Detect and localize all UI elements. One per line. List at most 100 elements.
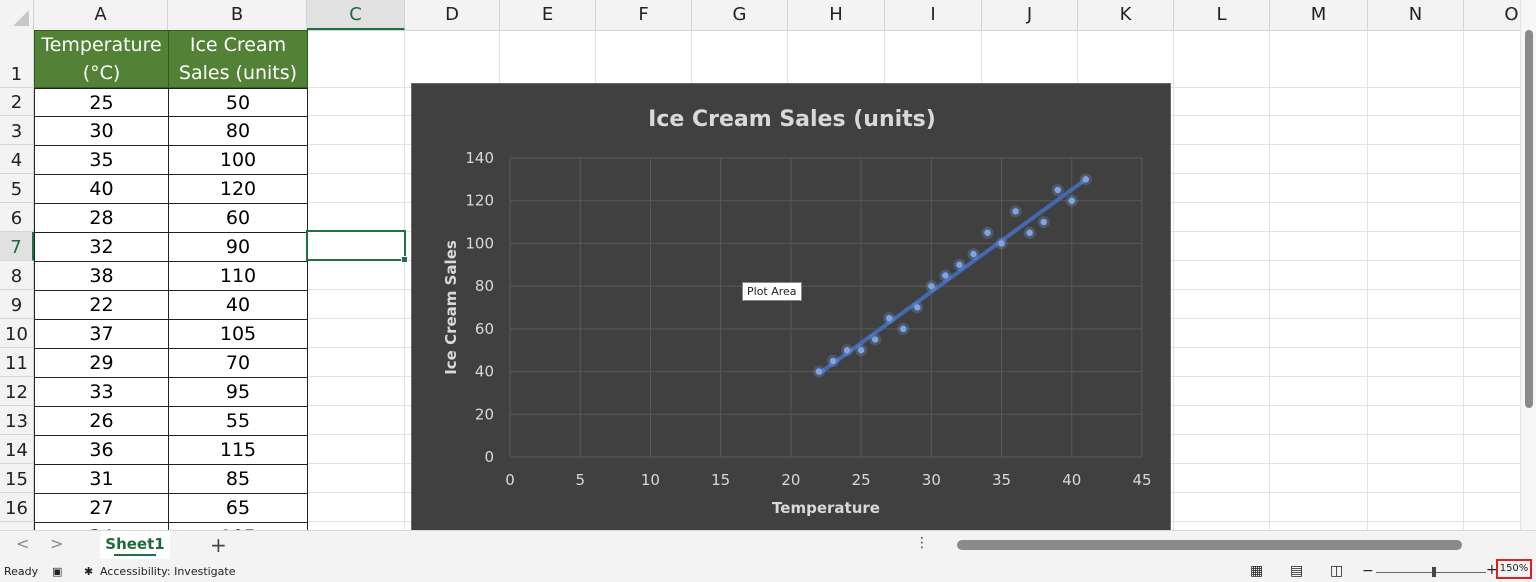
macro-record-icon[interactable]: ▣ [52,565,62,578]
zoom-out-button[interactable]: − [1362,563,1374,579]
zoom-slider-knob[interactable] [1432,567,1436,577]
cell-temperature[interactable]: 32 [34,232,169,262]
next-sheet-button[interactable]: > [50,534,63,553]
row-header-15[interactable]: 15 [0,464,34,493]
horizontal-scrollbar-thumb[interactable] [957,540,1462,550]
cell-sales[interactable]: 115 [168,435,308,465]
data-point [843,347,851,354]
cell-sales[interactable]: 65 [168,493,308,523]
row-header-2[interactable]: 2 [0,88,34,116]
gridline-vertical [1269,30,1270,530]
add-sheet-button[interactable]: + [210,533,227,557]
data-point [1082,176,1090,183]
data-point [1012,208,1019,215]
cell-sales[interactable]: 110 [168,261,308,291]
vertical-scrollbar[interactable] [1520,0,1536,530]
cell-sales[interactable]: 100 [168,145,308,175]
cell-temperature[interactable]: 35 [34,145,169,175]
cell-temperature[interactable]: 34 [34,522,169,530]
column-header-j[interactable]: J [982,0,1078,30]
cell-sales[interactable]: 90 [168,232,308,262]
accessibility-icon[interactable]: ✱ [84,565,93,578]
row-header-5[interactable]: 5 [0,174,34,203]
data-point [942,272,949,279]
cell-temperature[interactable]: 28 [34,203,169,233]
data-point [970,250,977,258]
column-header-o[interactable]: O [1464,0,1520,30]
cell-sales[interactable]: 40 [168,290,308,320]
row-header-10[interactable]: 10 [0,319,34,348]
zoom-slider[interactable] [1376,567,1486,577]
prev-sheet-button[interactable]: < [16,534,29,553]
cell-sales[interactable]: 85 [168,464,308,494]
normal-view-icon[interactable]: ▦ [1250,563,1263,579]
cell-sales[interactable]: 50 [168,88,308,117]
row-header-1[interactable]: 1 [0,30,34,88]
cell-temperature[interactable]: 29 [34,348,169,378]
column-header-m[interactable]: M [1270,0,1368,30]
page-layout-view-icon[interactable]: ▤ [1290,563,1303,579]
row-header-17[interactable]: 17 [0,522,34,530]
cell-sales[interactable]: 105 [168,522,308,530]
scatter-chart[interactable]: 0 20 40 60 80 100 120 140 0 5 10 15 20 25 30 35 40 45 Ice … [411,83,1171,530]
column-header-l[interactable]: L [1174,0,1270,30]
more-options-icon[interactable]: ⋮ [915,535,929,551]
column-header-d[interactable]: D [405,0,500,30]
data-point [998,240,1005,247]
gridline-vertical [1173,30,1174,530]
vertical-scrollbar-thumb[interactable] [1525,30,1533,408]
fill-handle[interactable] [401,256,408,263]
row-header-6[interactable]: 6 [0,203,34,232]
row-header-8[interactable]: 8 [0,261,34,290]
row-header-3[interactable]: 3 [0,116,34,145]
cell-temperature[interactable]: 26 [34,406,169,436]
selected-cell-c7[interactable] [306,230,406,261]
row-header-12[interactable]: 12 [0,377,34,406]
cell-sales[interactable]: 70 [168,348,308,378]
cell-sales[interactable]: 60 [168,203,308,233]
cell-temperature[interactable]: 30 [34,116,169,146]
header-ice-cream-sales[interactable]: Ice Cream Sales (units) [168,30,308,88]
row-header-4[interactable]: 4 [0,145,34,174]
cell-temperature[interactable]: 25 [34,88,169,117]
column-header-f[interactable]: F [596,0,692,30]
column-header-k[interactable]: K [1078,0,1174,30]
row-header-14[interactable]: 14 [0,435,34,464]
header-temperature[interactable]: Temperature (°C) [34,30,169,88]
zoom-level[interactable]: 150% [1496,559,1532,579]
column-header-b[interactable]: B [168,0,307,30]
row-header-7[interactable]: 7 [0,232,34,261]
cell-temperature[interactable]: 40 [34,174,169,204]
accessibility-status[interactable]: Accessibility: Investigate [100,565,236,578]
spreadsheet-grid[interactable]: ABCDEFGHIJKLMNO 123456789101112131415161… [0,0,1520,530]
data-point [857,347,865,354]
row-header-13[interactable]: 13 [0,406,34,435]
cell-sales[interactable]: 80 [168,116,308,146]
column-header-h[interactable]: H [788,0,885,30]
cell-temperature[interactable]: 38 [34,261,169,291]
cell-temperature[interactable]: 31 [34,464,169,494]
column-header-a[interactable]: A [34,0,168,30]
cell-sales[interactable]: 55 [168,406,308,436]
column-header-e[interactable]: E [500,0,596,30]
row-header-16[interactable]: 16 [0,493,34,522]
cell-temperature[interactable]: 22 [34,290,169,320]
select-all-button[interactable] [0,0,34,30]
row-header-11[interactable]: 11 [0,348,34,377]
cell-temperature[interactable]: 27 [34,493,169,523]
cell-sales[interactable]: 120 [168,174,308,204]
column-header-i[interactable]: I [885,0,982,30]
cell-sales[interactable]: 95 [168,377,308,407]
column-header-g[interactable]: G [692,0,788,30]
sheet-tab-sheet1[interactable]: Sheet1 [100,531,170,559]
x-axis-title: Temperature [772,499,880,517]
column-header-c[interactable]: C [307,0,405,30]
cell-temperature[interactable]: 36 [34,435,169,465]
cell-temperature[interactable]: 33 [34,377,169,407]
row-header-9[interactable]: 9 [0,290,34,319]
column-header-n[interactable]: N [1368,0,1464,30]
cell-temperature[interactable]: 37 [34,319,169,349]
cell-sales[interactable]: 105 [168,319,308,349]
page-break-view-icon[interactable]: ◫ [1330,563,1343,579]
horizontal-scrollbar[interactable] [945,540,1480,550]
